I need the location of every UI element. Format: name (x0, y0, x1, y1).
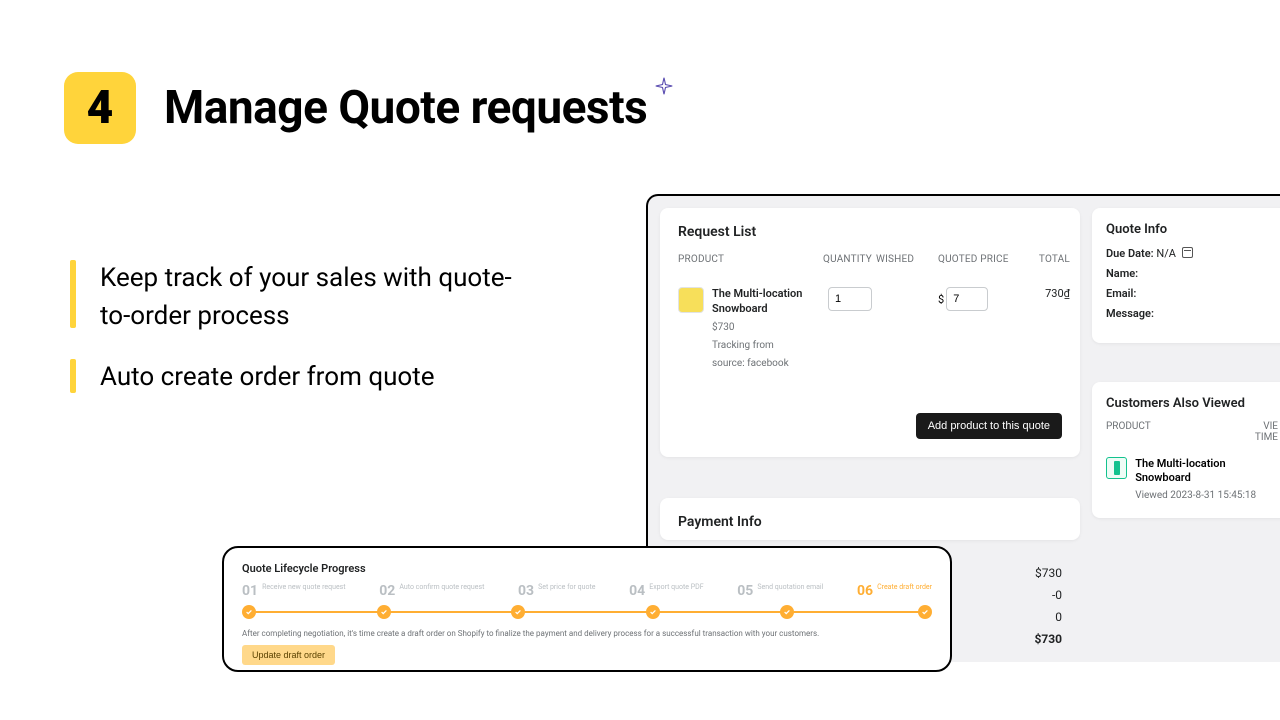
name-line: Name: (1106, 267, 1278, 280)
lifecycle-card: Quote Lifecycle Progress 01 Receive new q… (222, 546, 952, 672)
request-list-card: Request List PRODUCT QUANTITY WISHED QUO… (660, 208, 1080, 457)
step-num-1: 01 (242, 583, 258, 599)
sparkle-icon (655, 77, 673, 95)
step-dot-5 (780, 605, 794, 619)
step-num-4: 04 (629, 583, 645, 599)
bullet-text-2: Auto create order from quote (100, 359, 435, 397)
message-line: Message: (1106, 307, 1278, 320)
also-col-view: VIE (1263, 421, 1278, 432)
also-viewed-card: Customers Also Viewed PRODUCT VIE TIME T… (1092, 382, 1280, 518)
quote-info-title: Quote Info (1106, 222, 1278, 237)
also-col-time: TIME (1255, 432, 1278, 443)
step-label-4: Export quote PDF (649, 583, 703, 591)
bullet-bar (70, 359, 76, 393)
track-line (250, 611, 924, 613)
add-product-button[interactable]: Add product to this quote (916, 413, 1062, 439)
also-title: Customers Also Viewed (1106, 396, 1278, 411)
step-badge: 4 (64, 72, 136, 144)
request-list-header: PRODUCT QUANTITY WISHED QUOTED PRICE TOT… (678, 254, 1062, 265)
step-dot-3 (511, 605, 525, 619)
step-3: 03 Set price for quote (518, 583, 595, 599)
col-quantity: QUANTITY (812, 254, 872, 265)
product-name: The Multi-location Snowboard (712, 287, 808, 317)
step-4: 04 Export quote PDF (629, 583, 703, 599)
lifecycle-steps: 01 Receive new quote request 02 Auto confi… (242, 583, 932, 599)
step-label-1: Receive new quote request (262, 583, 346, 591)
col-product: PRODUCT (678, 254, 808, 265)
col-quoted: QUOTED PRICE (938, 254, 1010, 265)
product-thumb (678, 287, 704, 313)
bullet-text-1: Keep track of your sales with quote-to-o… (100, 260, 520, 335)
page-title: Manage Quote requests (164, 81, 647, 135)
due-value: N/A (1156, 247, 1176, 260)
bullet-bar (70, 260, 76, 328)
quantity-input[interactable] (828, 287, 872, 311)
step-1: 01 Receive new quote request (242, 583, 346, 599)
step-2: 02 Auto confirm quote request (379, 583, 484, 599)
step-6: 06 Create draft order (857, 583, 932, 599)
name-label: Name: (1106, 267, 1138, 280)
step-dot-1 (242, 605, 256, 619)
step-label-2: Auto confirm quote request (399, 583, 484, 591)
row-total: 730₫ (1014, 287, 1070, 300)
step-label-6: Create draft order (877, 583, 932, 591)
feature-bullets: Keep track of your sales with quote-to-o… (70, 260, 520, 421)
request-list-title: Request List (678, 224, 1062, 240)
title-text: Manage Quote requests (164, 81, 647, 135)
also-header: PRODUCT VIE TIME (1106, 421, 1278, 443)
also-thumb (1106, 457, 1127, 479)
step-num-2: 02 (379, 583, 395, 599)
also-item[interactable]: The Multi-location Snowboard Viewed 2023… (1106, 457, 1278, 502)
product-tracking-1: Tracking from (712, 339, 808, 353)
product-price: $730 (712, 321, 808, 335)
lifecycle-title: Quote Lifecycle Progress (242, 562, 932, 575)
step-num-3: 03 (518, 583, 534, 599)
payment-info-card: Payment Info (660, 498, 1080, 540)
quoted-price-input[interactable] (946, 287, 988, 311)
step-num-6: 06 (857, 583, 873, 599)
step-dot-4 (646, 605, 660, 619)
quote-info-card: Quote Info Due Date: N/A Name: Email: Me… (1092, 208, 1280, 343)
message-label: Message: (1106, 307, 1154, 320)
page-header: 4 Manage Quote requests (64, 72, 647, 144)
email-label: Email: (1106, 287, 1136, 300)
step-label-3: Set price for quote (538, 583, 595, 591)
product-cell: The Multi-location Snowboard $730 Tracki… (678, 287, 808, 371)
step-num-5: 05 (737, 583, 753, 599)
step-5: 05 Send quotation email (737, 583, 823, 599)
currency-prefix: $ (938, 293, 944, 306)
payment-title: Payment Info (678, 514, 1062, 530)
quoted-cell: $ (938, 287, 1010, 311)
product-tracking-2: source: facebook (712, 357, 808, 371)
table-row: The Multi-location Snowboard $730 Tracki… (678, 287, 1062, 371)
col-total: TOTAL (1014, 254, 1070, 265)
qty-cell (812, 287, 872, 311)
also-item-viewed: Viewed 2023-8-31 15:45:18 (1135, 489, 1278, 503)
step-dot-2 (377, 605, 391, 619)
step-label-5: Send quotation email (757, 583, 823, 591)
calendar-icon[interactable] (1182, 247, 1193, 258)
step-dot-6 (918, 605, 932, 619)
also-col-product: PRODUCT (1106, 421, 1151, 443)
bullet-2: Auto create order from quote (70, 359, 520, 397)
also-item-name: The Multi-location Snowboard (1135, 457, 1278, 486)
update-draft-order-button[interactable]: Update draft order (242, 645, 335, 665)
lifecycle-description: After completing negotiation, it's time … (242, 629, 932, 639)
progress-track (242, 605, 932, 619)
bullet-1: Keep track of your sales with quote-to-o… (70, 260, 520, 335)
due-date-line: Due Date: N/A (1106, 247, 1278, 260)
email-line: Email: (1106, 287, 1278, 300)
col-wished: WISHED (876, 254, 934, 265)
due-label: Due Date: (1106, 247, 1154, 260)
